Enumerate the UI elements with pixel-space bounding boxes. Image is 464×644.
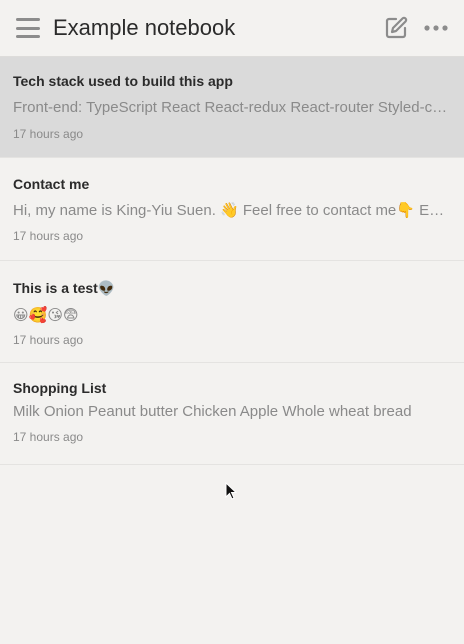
more-dots-icon[interactable]: [421, 15, 451, 41]
menu-bar-middle: [16, 26, 40, 30]
note-preview: 😀🥰😘😨: [13, 307, 79, 324]
menu-bar-bottom: [16, 35, 40, 38]
note-preview: Front-end: TypeScript React React-redux …: [13, 99, 451, 116]
note-preview: Hi, my name is King-Yiu Suen. 👋 Feel fre…: [13, 202, 451, 219]
notebook-title: Example notebook: [53, 15, 236, 40]
note-list: Tech stack used to build this app Front-…: [0, 57, 464, 465]
note-timestamp: 17 hours ago: [13, 127, 84, 141]
note-title: Tech stack used to build this app: [13, 73, 233, 89]
note-timestamp: 17 hours ago: [13, 229, 84, 243]
mouse-cursor-icon: [225, 482, 237, 500]
compose-icon[interactable]: [383, 15, 409, 41]
note-preview: Milk Onion Peanut butter Chicken Apple W…: [13, 403, 412, 420]
note-item-test[interactable]: This is a test👽 😀🥰😘😨 17 hours ago: [0, 261, 464, 363]
note-title: Contact me: [13, 176, 90, 192]
note-item-contact-me[interactable]: Contact me Hi, my name is King-Yiu Suen.…: [0, 158, 464, 261]
note-timestamp: 17 hours ago: [13, 430, 84, 444]
note-title: This is a test👽: [13, 280, 116, 296]
note-item-shopping-list[interactable]: Shopping List Milk Onion Peanut butter C…: [0, 363, 464, 465]
notes-app: Example notebook Tech stack used to buil…: [0, 0, 464, 644]
notebook-header: Example notebook: [0, 0, 464, 57]
hamburger-menu-icon[interactable]: [16, 18, 40, 38]
note-title: Shopping List: [13, 380, 107, 396]
note-item-tech-stack[interactable]: Tech stack used to build this app Front-…: [0, 57, 464, 158]
menu-bar-top: [16, 18, 40, 21]
note-timestamp: 17 hours ago: [13, 333, 84, 347]
